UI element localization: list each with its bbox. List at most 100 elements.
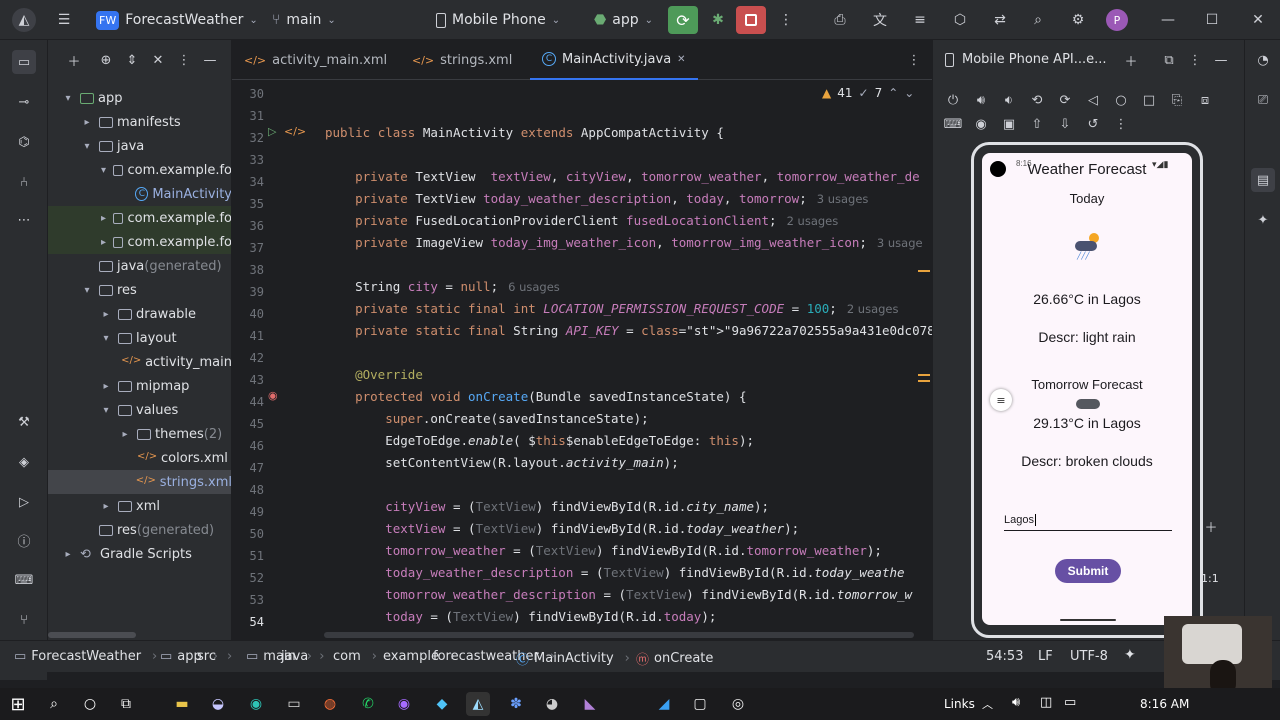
run-icon[interactable]: ▷ (12, 490, 36, 514)
minimize-button[interactable]: — (1156, 8, 1180, 32)
device-manager-icon[interactable]: ⎚ (1251, 88, 1275, 112)
code-line[interactable]: private static final String API_KEY = cl… (325, 320, 932, 342)
tree-item[interactable]: ▾ com.example.fo (48, 158, 231, 182)
running-devices-icon[interactable]: ▤ (1251, 168, 1275, 192)
maximize-button[interactable]: ☐ (1200, 8, 1224, 32)
chevron-right-icon[interactable]: ▸ (98, 309, 114, 320)
usages-hint[interactable]: 2 usages (847, 302, 899, 316)
volume-up-icon[interactable]: 🔊︎ (969, 88, 993, 112)
sync-button[interactable]: ⇄ (988, 8, 1012, 32)
more-vertical-icon[interactable]: ⋮ (1109, 112, 1133, 136)
code-line[interactable]: private FusedLocationProviderClient fuse… (325, 210, 838, 232)
android-studio-logo-icon[interactable]: ◭ (12, 8, 36, 32)
structure-icon[interactable]: ⌬ (12, 130, 36, 154)
record-icon[interactable]: ▣ (997, 112, 1021, 136)
close-window-button[interactable]: ✕ (1246, 8, 1270, 32)
expand-all-icon[interactable]: ⇕ (120, 48, 144, 72)
gem-icon[interactable]: ◈ (12, 450, 36, 474)
branch-selector[interactable]: ⑂ main ⌄ (272, 8, 336, 32)
problems-icon[interactable]: ⓘ (12, 528, 36, 552)
firefox-icon[interactable]: ◍ (318, 692, 342, 716)
tab-strings-xml[interactable]: </> strings.xml (412, 40, 512, 80)
reset-icon[interactable]: ↺ (1081, 112, 1105, 136)
visual-studio-icon[interactable]: ◣ (578, 692, 602, 716)
main-menu-button[interactable]: ☰ (52, 8, 76, 32)
volume-icon[interactable]: 🔊︎ (1012, 695, 1020, 710)
tree-item[interactable]: ▾ res (48, 278, 231, 302)
run-gutter-icon[interactable]: ▷ (268, 125, 276, 138)
usages-hint[interactable]: 3 usage (877, 236, 923, 250)
settings-sliders-button[interactable]: ≡ (908, 8, 932, 32)
external-icon[interactable]: ⧉ (1157, 48, 1181, 72)
chevron-down-icon[interactable]: ▾ (98, 405, 114, 416)
windows-start-icon[interactable]: ⊞ (6, 692, 30, 716)
mirror-icon[interactable]: ⧈ (1193, 88, 1217, 112)
tree-item[interactable]: ▸ mipmap (48, 374, 231, 398)
horizontal-scrollbar[interactable] (324, 632, 914, 638)
run-config-selector[interactable]: ⬣ app ⌄ (594, 8, 653, 32)
code-line[interactable]: EdgeToEdge.enable( $this$enableEdgeToEdg… (325, 430, 754, 452)
code-area[interactable]: public class MainActivity extends AppCom… (325, 84, 932, 640)
chevron-down-icon[interactable]: ▾ (98, 165, 109, 176)
code-line[interactable]: private TextView textView, cityView, tom… (325, 166, 920, 188)
tree-item[interactable]: ▸ ⟲ Gradle Scripts (48, 542, 231, 566)
gemini-status-icon[interactable]: ✦ (1124, 647, 1136, 663)
app-icon[interactable]: ◒ (206, 692, 230, 716)
tree-item[interactable]: </> activity_main (48, 350, 231, 374)
clock[interactable]: 8:16 AM (1140, 697, 1189, 711)
app-icon[interactable]: ◉ (392, 692, 416, 716)
more-vertical-icon[interactable]: ⋮ (172, 48, 196, 72)
code-line[interactable]: tomorrow_weather = (TextView) findViewBy… (325, 540, 882, 562)
error-stripe[interactable] (918, 114, 930, 414)
breadcrumb-item[interactable]: Ⓒ MainActivity › (516, 649, 630, 668)
terminal-app-icon[interactable]: ▭ (282, 692, 306, 716)
breadcrumb-item[interactable]: com › (328, 649, 377, 664)
tree-item[interactable]: ▸ com.example.fo (48, 230, 231, 254)
chevron-right-icon[interactable]: ▸ (98, 381, 114, 392)
pull-requests-icon[interactable]: ⑃ (12, 170, 36, 194)
hide-panel-icon[interactable]: — (198, 48, 222, 72)
volume-down-icon[interactable]: 🔉︎ (997, 88, 1021, 112)
file-explorer-icon[interactable]: ▬ (170, 692, 194, 716)
more-tools-icon[interactable]: ⋯ (12, 208, 36, 232)
code-line[interactable]: tomorrow_weather_description = (TextView… (325, 584, 912, 606)
code-line[interactable]: String city = null; 6 usages (325, 276, 560, 298)
code-line[interactable]: setContentView(R.layout.activity_main); (325, 452, 679, 474)
edge-icon[interactable]: ◉ (244, 692, 268, 716)
device-manager-button[interactable]: ⎙ (828, 8, 852, 32)
tree-item[interactable]: ▸ manifests (48, 110, 231, 134)
tree-item[interactable]: ▾ layout (48, 326, 231, 350)
app-icon[interactable]: ✽ (504, 692, 528, 716)
chevron-down-icon[interactable]: ▾ (79, 285, 95, 296)
usages-hint[interactable]: 2 usages (787, 214, 839, 228)
tree-item[interactable]: java (generated) (48, 254, 231, 278)
tree-item[interactable]: C MainActivity (48, 182, 231, 206)
locate-icon[interactable]: ⊕ (94, 48, 118, 72)
more-vertical-icon[interactable]: ⋮ (902, 48, 926, 72)
debug-button[interactable]: ✱ (706, 8, 730, 32)
project-selector[interactable]: FW ForecastWeather ⌄ (96, 8, 258, 32)
download-icon[interactable]: ⇩ (1053, 112, 1077, 136)
chevron-down-icon[interactable]: ▾ (60, 93, 76, 104)
chevron-right-icon[interactable]: ▸ (98, 213, 109, 224)
device-frame-icon[interactable]: ⎘ (1165, 88, 1189, 112)
project-view-icon[interactable]: ▭ (12, 50, 36, 74)
tree-item[interactable]: </> strings.xml (48, 470, 231, 494)
chevron-up-icon[interactable]: ︿ (982, 696, 993, 712)
battery-icon[interactable]: ▭ (1064, 695, 1076, 710)
overview-icon[interactable]: □ (1137, 88, 1161, 112)
code-line[interactable]: textView = (TextView) findViewById(R.id.… (325, 518, 799, 540)
tree-item[interactable]: ▾ app (48, 86, 231, 110)
code-line[interactable]: protected void onCreate(Bundle savedInst… (325, 386, 746, 408)
breadcrumb-item[interactable]: ▭ ForecastWeather › (14, 649, 157, 664)
city-input[interactable]: Lagos (1004, 511, 1172, 531)
tree-item[interactable]: ▾ values (48, 398, 231, 422)
chevron-right-icon[interactable]: ▸ (60, 549, 76, 560)
zoom-actual-label[interactable]: 1:1 (1201, 572, 1219, 585)
power-icon[interactable]: ⏻ (941, 88, 965, 112)
tree-item[interactable]: ▸ themes (2) (48, 422, 231, 446)
zoom-in-icon[interactable]: ＋ (1199, 514, 1223, 538)
vscode-icon[interactable]: ◢ (652, 692, 676, 716)
more-vertical-icon[interactable]: ⋮ (1183, 48, 1207, 72)
plus-icon[interactable]: ＋ (62, 48, 86, 72)
